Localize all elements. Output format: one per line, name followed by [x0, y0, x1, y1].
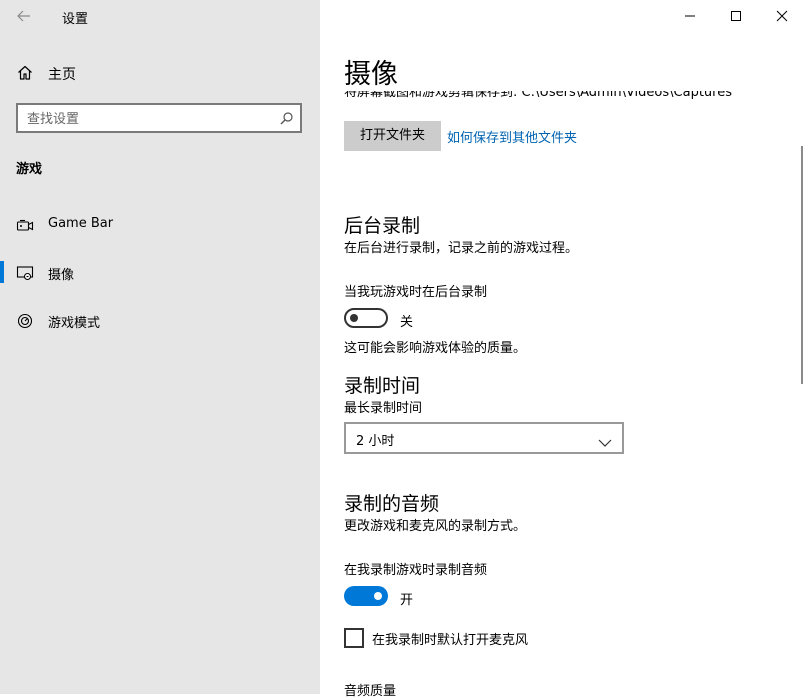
save-path-text: 将屏幕截图和游戏剪辑保存到: C:\Users\Admin\Videos\Cap… — [344, 91, 784, 106]
sidebar-item-game-mode[interactable]: 游戏模式 — [0, 306, 320, 336]
search-box[interactable] — [16, 103, 302, 133]
search-input[interactable] — [27, 110, 267, 128]
chevron-down-icon — [598, 433, 612, 452]
audio-quality-label: 音频质量 — [344, 684, 397, 699]
sidebar: 设置 主页 游戏 Game Bar — [0, 0, 320, 694]
sidebar-item-label: Game Bar — [48, 216, 114, 231]
other-folder-link[interactable]: 如何保存到其他文件夹 — [447, 127, 577, 146]
recorded-audio-description: 更改游戏和麦克风的录制方式。 — [344, 519, 527, 534]
background-recording-description: 在后台进行录制，记录之前的游戏过程。 — [344, 241, 579, 256]
record-audio-toggle-state: 开 — [400, 593, 414, 608]
record-audio-toggle[interactable] — [344, 586, 388, 606]
home-icon — [16, 64, 34, 86]
save-path-value: 将屏幕截图和游戏剪辑保存到: C:\Users\Admin\Videos\Cap… — [344, 91, 732, 100]
recorded-audio-heading: 录制的音频 — [344, 493, 440, 515]
scrollbar-thumb[interactable] — [801, 146, 803, 384]
open-folder-button[interactable]: 打开文件夹 — [344, 121, 441, 151]
background-recording-toggle-state: 关 — [400, 315, 414, 330]
max-record-time-dropdown[interactable]: 2 小时 — [344, 422, 624, 454]
sidebar-item-home[interactable]: 主页 — [0, 58, 320, 88]
maximize-button[interactable] — [713, 0, 759, 32]
minimize-button[interactable] — [667, 0, 713, 32]
record-time-heading: 录制时间 — [344, 375, 421, 397]
sidebar-item-capture[interactable]: 摄像 — [0, 258, 320, 288]
dropdown-value: 2 小时 — [356, 434, 395, 449]
game-bar-icon — [16, 217, 34, 237]
mic-default-checkbox-label: 在我录制时默认打开麦克风 — [372, 633, 529, 648]
sidebar-item-label: 摄像 — [48, 268, 75, 283]
background-recording-toggle[interactable] — [344, 308, 388, 328]
sidebar-section-label: 游戏 — [16, 162, 43, 177]
selection-indicator — [0, 261, 4, 283]
toggle-knob — [374, 592, 382, 600]
mic-default-checkbox[interactable] — [344, 628, 364, 648]
capture-icon — [16, 265, 34, 285]
maximize-icon — [731, 11, 741, 21]
background-recording-toggle-label: 当我玩游戏时在后台录制 — [344, 285, 488, 300]
minimize-icon — [685, 15, 695, 17]
record-audio-toggle-label: 在我录制游戏时录制音频 — [344, 563, 488, 578]
background-recording-heading: 后台录制 — [344, 215, 421, 237]
sidebar-item-label: 游戏模式 — [48, 316, 101, 331]
toggle-knob — [350, 314, 358, 322]
app-title: 设置 — [62, 12, 89, 27]
close-button[interactable] — [759, 0, 805, 32]
sidebar-item-label: 主页 — [48, 67, 76, 83]
page-title: 摄像 — [344, 59, 398, 90]
search-icon[interactable] — [279, 111, 294, 130]
close-icon — [776, 10, 788, 22]
game-mode-icon — [16, 313, 34, 333]
record-time-label: 最长录制时间 — [344, 401, 423, 416]
background-recording-note: 这可能会影响游戏体验的质量。 — [344, 341, 527, 356]
back-arrow-icon — [17, 10, 30, 22]
sidebar-item-game-bar[interactable]: Game Bar — [0, 210, 320, 240]
back-button[interactable] — [13, 5, 35, 27]
